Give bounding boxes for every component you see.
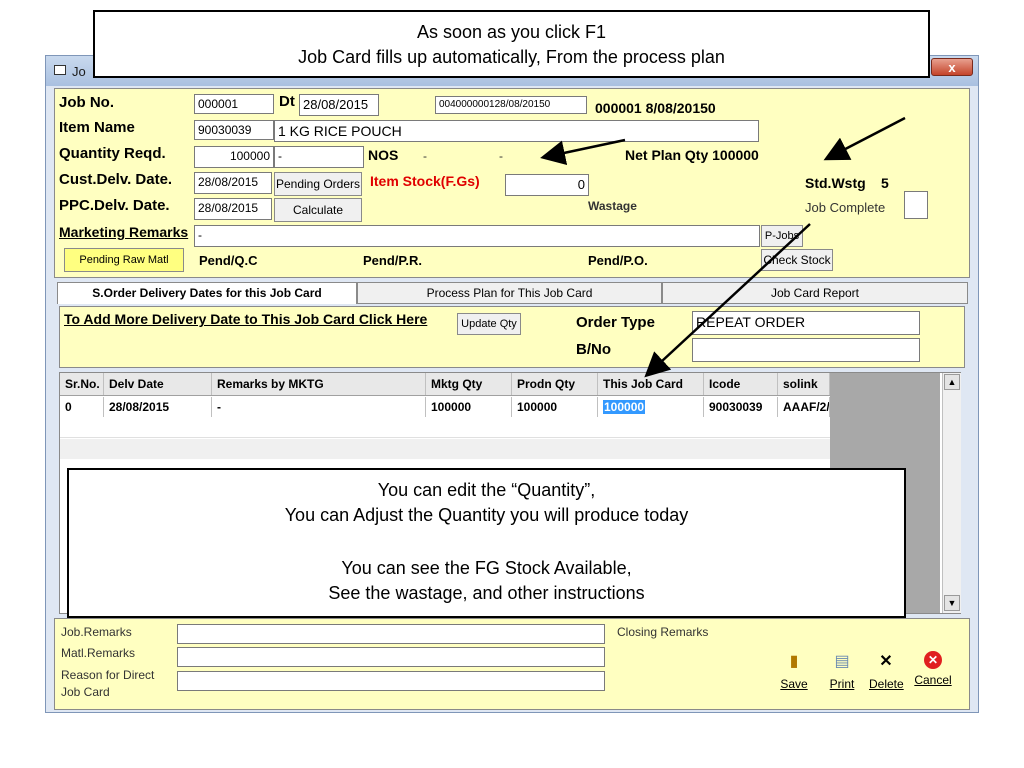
arrow-to-qty	[540, 138, 626, 166]
arrow-to-this-job-card	[644, 223, 811, 378]
arrow-to-wastage	[823, 116, 906, 161]
annotation-arrows	[540, 116, 906, 378]
